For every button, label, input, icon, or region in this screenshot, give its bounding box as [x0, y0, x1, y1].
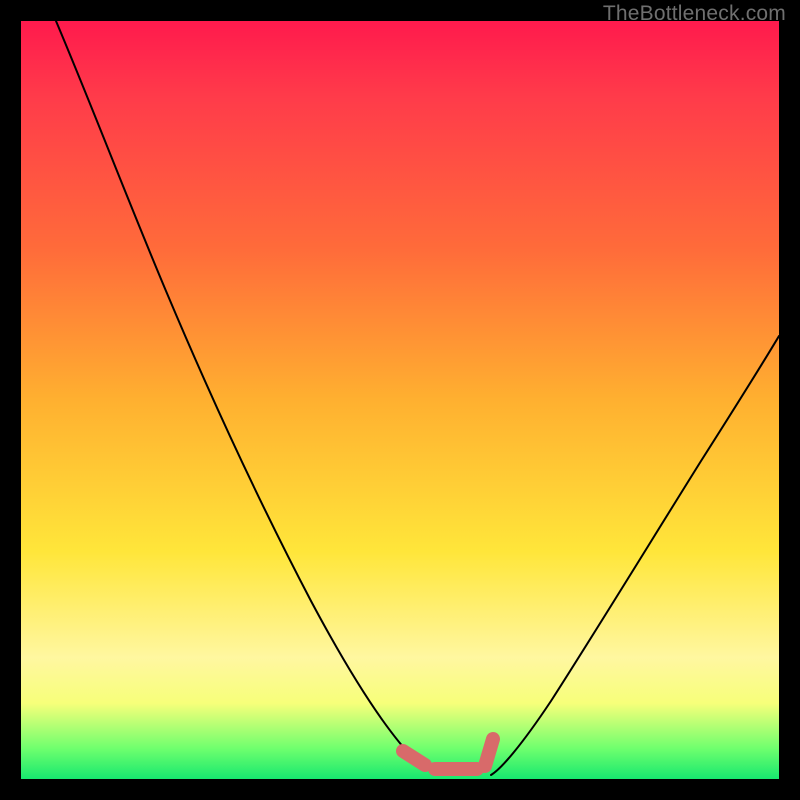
marker-bottleneck-seg-3 — [485, 739, 493, 766]
chart-svg — [21, 21, 779, 779]
curve-right-branch — [491, 336, 779, 775]
marker-bottleneck-seg-1 — [403, 751, 425, 765]
plot-area — [21, 21, 779, 779]
curve-left-branch — [56, 21, 441, 775]
watermark-text: TheBottleneck.com — [603, 2, 786, 26]
canvas-frame: TheBottleneck.com — [0, 0, 800, 800]
